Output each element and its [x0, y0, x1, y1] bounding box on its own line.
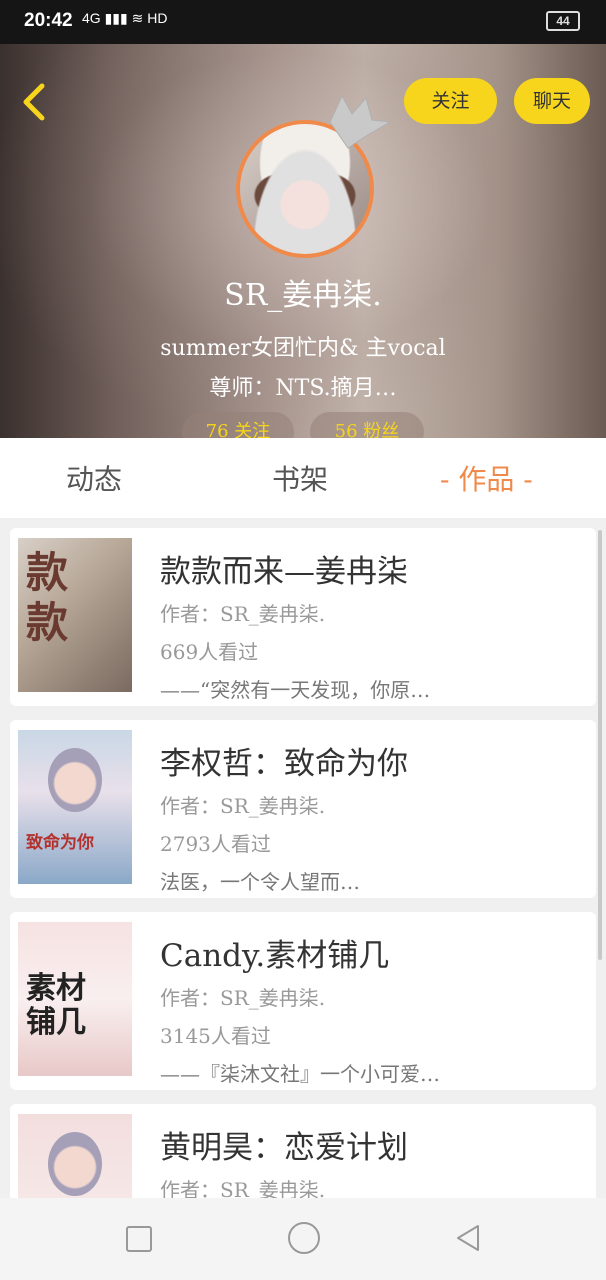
tab-bar: 动态 书架 - 作品 - [0, 438, 606, 518]
cover-text: 素材 铺几 [26, 971, 86, 1040]
work-card[interactable]: 致命为你 李权哲：致命为你 作者：SR_姜冉柒. 2793人看过 法医，一个令人… [10, 720, 596, 898]
book-cover[interactable] [18, 1114, 132, 1198]
following-count[interactable]: 76 关注 [182, 412, 294, 438]
work-author: 作者：SR_姜冉柒. [160, 794, 326, 818]
work-card[interactable]: 款 款 款款而来—姜冉柒 作者：SR_姜冉柒. 669人看过 ——“突然有一天发… [10, 528, 596, 706]
bio-line-2: 尊师：NTS.摘月… [209, 376, 397, 401]
cover-portrait [48, 1132, 102, 1196]
home-icon[interactable] [288, 1222, 320, 1254]
scrollbar[interactable] [598, 530, 602, 960]
work-title[interactable]: Candy.素材铺几 [160, 930, 389, 975]
work-description: ——『柒沐文社』一个小可爱… [160, 1062, 440, 1086]
work-author: 作者：SR_姜冉柒. [160, 986, 326, 1010]
status-time: 20:42 [24, 10, 73, 31]
cover-text: 款 款 [26, 548, 69, 647]
work-card[interactable]: 素材 铺几 Candy.素材铺几 作者：SR_姜冉柒. 3145人看过 ——『柒… [10, 912, 596, 1090]
tab-bookshelf[interactable]: 书架 [272, 458, 328, 498]
crown-icon [329, 94, 392, 149]
tab-works[interactable]: - 作品 - [440, 458, 533, 498]
work-description: ——“突然有一天发现，你原… [160, 678, 431, 702]
work-title[interactable]: 黄明昊：恋爱计划 [160, 1122, 408, 1167]
follow-button[interactable]: 关注 [404, 78, 497, 124]
work-description: 法医，一个令人望而… [160, 870, 360, 894]
recent-apps-icon[interactable] [126, 1226, 152, 1252]
followers-count[interactable]: 56 粉丝 [310, 412, 424, 438]
signal-label: 4G [82, 10, 101, 26]
chat-button[interactable]: 聊天 [514, 78, 590, 124]
work-title[interactable]: 款款而来—姜冉柒 [160, 546, 408, 591]
tab-activity[interactable]: 动态 [66, 458, 122, 498]
works-list: 款 款 款款而来—姜冉柒 作者：SR_姜冉柒. 669人看过 ——“突然有一天发… [0, 518, 606, 1198]
work-author: 作者：SR_姜冉柒. [160, 1178, 326, 1198]
work-views: 2793人看过 [160, 832, 271, 856]
back-arrow-icon[interactable] [18, 82, 50, 122]
status-bar: 20:42 4G ▮▮▮ ≋ HD 44 [0, 0, 606, 44]
cover-portrait [48, 748, 102, 812]
work-author: 作者：SR_姜冉柒. [160, 602, 326, 626]
bio-line-1: summer女团忙内& 主vocal [160, 336, 446, 361]
signal-icon: 4G ▮▮▮ ≋ HD [82, 10, 168, 26]
system-nav-bar [0, 1198, 606, 1280]
profile-header: 关注 聊天 SR_姜冉柒. summer女团忙内& 主vocal 尊师：NTS.… [0, 44, 606, 438]
battery-icon: 44 [546, 11, 580, 31]
back-triangle-icon[interactable] [452, 1222, 484, 1254]
book-cover[interactable]: 素材 铺几 [18, 922, 132, 1076]
work-title[interactable]: 李权哲：致命为你 [160, 738, 408, 783]
work-views: 669人看过 [160, 640, 259, 664]
work-card[interactable]: 黄明昊：恋爱计划 作者：SR_姜冉柒. [10, 1104, 596, 1198]
network-label: HD [147, 10, 168, 26]
username: SR_姜冉柒. [224, 278, 382, 313]
work-views: 3145人看过 [160, 1024, 271, 1048]
book-cover[interactable]: 致命为你 [18, 730, 132, 884]
book-cover[interactable]: 款 款 [18, 538, 132, 692]
cover-text: 致命为你 [26, 833, 94, 853]
